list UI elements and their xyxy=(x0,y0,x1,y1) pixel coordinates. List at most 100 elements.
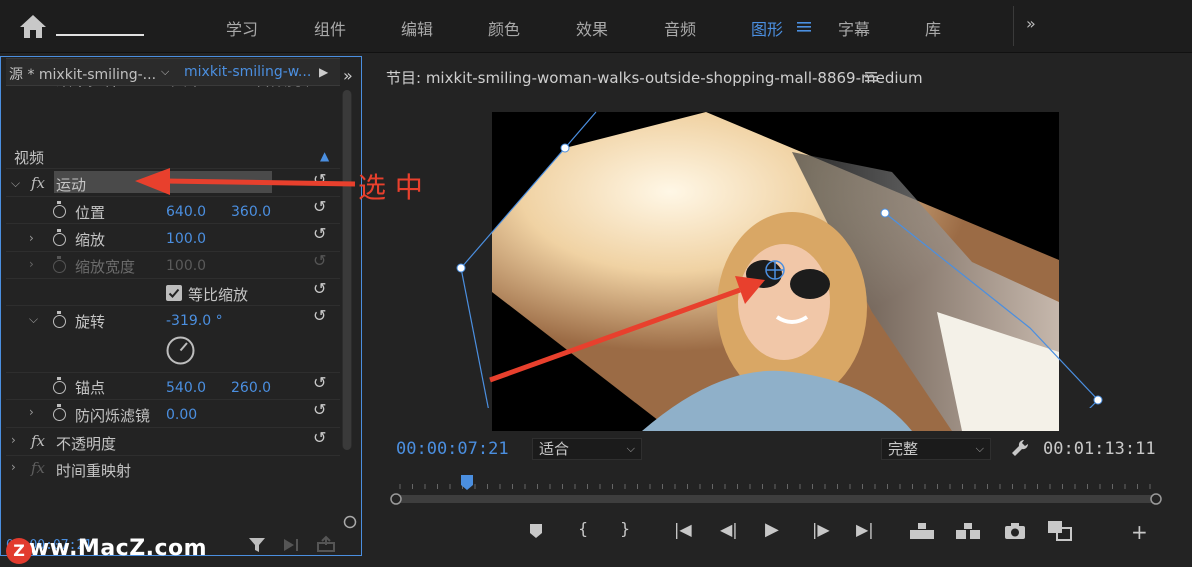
chevron-down-icon[interactable]: ⌵ xyxy=(11,176,20,191)
source-row: 源 * mixkit-smiling-... ⌵ mixkit-smiling-… xyxy=(6,58,340,86)
chevron-right-icon[interactable]: › xyxy=(11,460,16,474)
audio-play-icon xyxy=(284,539,298,551)
reset-icon[interactable]: ↺ xyxy=(313,224,326,243)
add-marker-icon[interactable] xyxy=(529,523,543,539)
motion-row-highlight[interactable] xyxy=(54,171,272,193)
stopwatch-icon[interactable] xyxy=(53,377,66,394)
workspace-tab-graphics[interactable]: 图形 xyxy=(751,16,783,40)
camera-icon[interactable] xyxy=(1004,522,1026,540)
time-remap-label[interactable]: 时间重映射 xyxy=(56,460,131,481)
workspace-bar: 学习 组件 编辑 颜色 效果 音频 图形 字幕 库 » xyxy=(0,0,1192,53)
rotation-label: 旋转 xyxy=(75,313,106,331)
chevron-down-icon: ⌵ xyxy=(975,442,984,455)
extract-icon[interactable] xyxy=(955,522,981,540)
transform-bounding-box[interactable] xyxy=(455,108,1105,408)
step-forward-icon[interactable]: |▶ xyxy=(812,520,830,539)
rotation-value[interactable]: -319.0 ° xyxy=(166,313,223,329)
position-x-value[interactable]: 640.0 xyxy=(166,204,206,220)
reset-icon[interactable]: ↺ xyxy=(313,170,326,189)
reset-icon[interactable]: ↺ xyxy=(313,197,326,216)
chevron-down-icon[interactable]: ⌵ xyxy=(161,65,169,79)
home-icon[interactable] xyxy=(18,12,48,40)
workspace-tab-audio[interactable]: 音频 xyxy=(664,16,696,40)
export-icon xyxy=(317,535,335,552)
active-tab-indicator xyxy=(56,34,144,36)
stopwatch-icon[interactable] xyxy=(53,201,66,218)
mark-out-icon[interactable]: } xyxy=(620,519,630,538)
lift-icon[interactable] xyxy=(909,522,935,540)
workspace-tab-captions[interactable]: 字幕 xyxy=(838,16,870,40)
wrench-icon[interactable] xyxy=(1010,438,1030,458)
divider xyxy=(6,427,340,428)
reset-icon[interactable]: ↺ xyxy=(313,306,326,325)
mark-in-icon[interactable]: { xyxy=(578,519,588,538)
stopwatch-icon[interactable] xyxy=(53,311,66,328)
scroll-end-icon[interactable] xyxy=(343,515,357,529)
anchor-label: 锚点 xyxy=(75,379,106,397)
add-button-icon[interactable]: + xyxy=(1131,520,1148,544)
workspace-tab-effects[interactable]: 效果 xyxy=(576,16,608,40)
chevron-down-icon[interactable]: ⌵ xyxy=(29,312,38,327)
go-to-in-icon[interactable]: |◀ xyxy=(674,520,692,539)
chevron-right-icon: › xyxy=(29,257,34,271)
hamburger-menu-icon[interactable] xyxy=(797,21,811,33)
workspace-tab-editing[interactable]: 编辑 xyxy=(401,16,433,40)
chevron-down-icon: ⌵ xyxy=(626,442,635,455)
anchor-x-value[interactable]: 540.0 xyxy=(166,380,206,396)
play-icon[interactable]: ▶ xyxy=(765,519,779,540)
checkmark-icon xyxy=(168,288,180,298)
anti-flicker-label: 防闪烁滤镜 xyxy=(75,407,151,425)
play-triangle-icon[interactable]: ▶ xyxy=(319,65,328,79)
workspace-tab-assembly[interactable]: 组件 xyxy=(314,16,346,40)
anti-flicker-value[interactable]: 0.00 xyxy=(166,407,197,423)
chevron-right-icon[interactable]: › xyxy=(29,231,34,245)
fx-icon[interactable]: fx xyxy=(31,174,45,192)
stopwatch-icon[interactable] xyxy=(53,229,66,246)
divider xyxy=(6,223,340,224)
workspace-more-icon[interactable]: » xyxy=(1026,14,1036,33)
reset-icon[interactable]: ↺ xyxy=(313,400,326,419)
scale-label: 缩放 xyxy=(75,231,106,249)
quality-dropdown[interactable]: 完整 ⌵ xyxy=(881,438,991,460)
go-to-out-icon[interactable]: ▶| xyxy=(856,520,874,539)
position-y-value[interactable]: 360.0 xyxy=(231,204,271,220)
anchor-y-value[interactable]: 260.0 xyxy=(231,380,271,396)
fx-icon: fx xyxy=(31,459,46,477)
effect-controls-panel xyxy=(0,56,362,556)
reset-icon[interactable]: ↺ xyxy=(313,428,326,447)
reset-icon: ↺ xyxy=(313,251,327,270)
reset-icon[interactable]: ↺ xyxy=(313,279,326,298)
scale-value[interactable]: 100.0 xyxy=(166,231,206,247)
motion-label[interactable]: 运动 xyxy=(56,174,86,195)
chevron-right-icon[interactable]: › xyxy=(11,433,16,447)
chevron-right-icon[interactable]: › xyxy=(29,405,34,419)
sequence-clip-label[interactable]: mixkit-smiling-w... xyxy=(184,64,311,80)
uniform-scale-checkbox[interactable] xyxy=(166,285,182,301)
fx-icon[interactable]: fx xyxy=(31,432,45,450)
filter-icon[interactable] xyxy=(248,536,266,554)
workspace-tab-color[interactable]: 颜色 xyxy=(488,16,520,40)
opacity-label[interactable]: 不透明度 xyxy=(56,433,116,454)
comparison-view-icon[interactable] xyxy=(1047,520,1073,542)
section-video-label: 视频 xyxy=(14,149,45,167)
fit-dropdown[interactable]: 适合 ⌵ xyxy=(532,438,642,460)
step-back-icon[interactable]: ◀| xyxy=(720,520,738,539)
reset-icon[interactable]: ↺ xyxy=(313,373,326,392)
total-duration: 00:01:13:11 xyxy=(1043,439,1156,459)
collapse-up-icon[interactable]: ▲ xyxy=(320,149,329,163)
workspace-tab-libraries[interactable]: 库 xyxy=(925,16,941,40)
annotation-label: 选 中 xyxy=(358,171,423,204)
panel-more-icon[interactable]: » xyxy=(343,66,353,85)
current-timecode[interactable]: 00:00:07:21 xyxy=(396,439,509,459)
watermark-text: www.MacZ.com xyxy=(8,536,208,561)
stopwatch-icon[interactable] xyxy=(53,404,66,421)
watermark-logo: Z xyxy=(6,538,32,564)
program-monitor-title: 节目: mixkit-smiling-woman-walks-outside-s… xyxy=(386,69,923,87)
scrollbar-thumb[interactable] xyxy=(343,90,351,450)
source-clip-label[interactable]: 源 * mixkit-smiling-... xyxy=(9,64,156,84)
panel-menu-icon[interactable] xyxy=(865,72,877,82)
timeline-ruler[interactable] xyxy=(388,472,1166,512)
rotation-dial[interactable] xyxy=(165,335,196,366)
workspace-tab-learn[interactable]: 学习 xyxy=(226,16,258,40)
divider xyxy=(6,251,340,252)
